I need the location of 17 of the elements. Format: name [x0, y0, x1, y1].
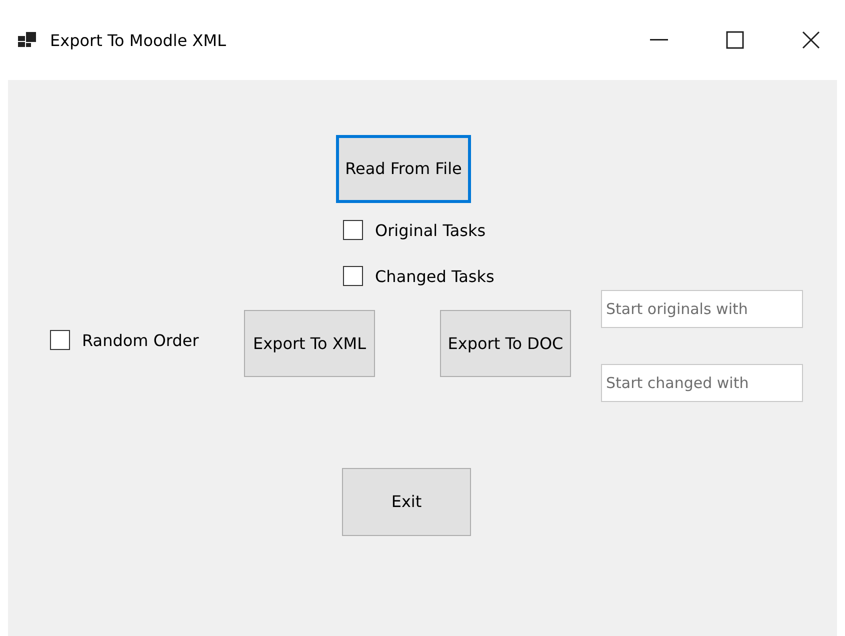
export-button[interactable]: Export To XML — [244, 310, 375, 377]
checkbox[interactable] — [50, 330, 70, 350]
minimize-icon[interactable] — [650, 39, 668, 41]
close-icon[interactable] — [802, 31, 820, 49]
prefix-field[interactable]: Start originals with — [601, 290, 803, 328]
prefix-field[interactable]: Start changed with — [601, 364, 803, 402]
checkbox[interactable] — [343, 266, 363, 286]
checkbox-label: Original Tasks — [375, 220, 486, 240]
checkbox[interactable] — [343, 220, 363, 240]
app-icon — [18, 32, 38, 48]
exit-button[interactable]: Exit — [342, 468, 471, 536]
checkbox-label: Random Order — [82, 330, 199, 350]
read-button[interactable]: Read From File — [336, 135, 471, 203]
export-button[interactable]: Export To DOC — [440, 310, 571, 377]
checkbox-label: Changed Tasks — [375, 266, 494, 286]
maximize-icon[interactable] — [726, 31, 744, 49]
window-title: Export To Moodle XML — [50, 30, 227, 50]
